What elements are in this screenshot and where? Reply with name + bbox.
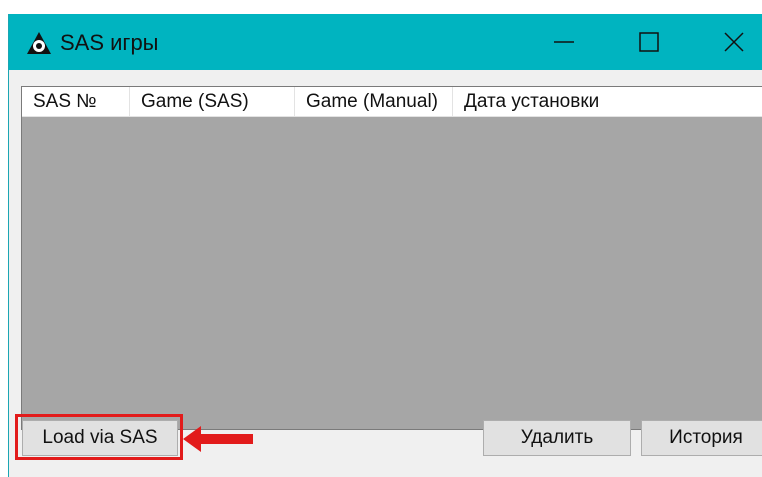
maximize-icon <box>639 32 659 52</box>
close-icon <box>724 32 744 52</box>
delete-button[interactable]: Удалить <box>483 420 631 456</box>
history-button[interactable]: История <box>641 420 762 456</box>
minimize-button[interactable] <box>536 14 592 70</box>
column-header-install-date[interactable]: Дата установки <box>453 87 762 116</box>
title-bar[interactable]: SAS игры <box>9 14 762 70</box>
left-arrow-icon <box>183 426 253 452</box>
close-button[interactable] <box>706 14 762 70</box>
minimize-icon <box>554 41 574 43</box>
maximize-button[interactable] <box>621 14 677 70</box>
window-title: SAS игры <box>60 30 159 55</box>
column-header-game-sas[interactable]: Game (SAS) <box>130 87 295 116</box>
games-list[interactable]: SAS № Game (SAS) Game (Manual) Дата уста… <box>21 86 762 430</box>
column-header-sas-number[interactable]: SAS № <box>22 87 130 116</box>
list-header: SAS № Game (SAS) Game (Manual) Дата уста… <box>22 87 762 117</box>
sas-games-window: SAS игры SAS № Game (SAS) Game (Manual) … <box>8 14 762 477</box>
highlight-box <box>15 414 183 460</box>
sas-app-icon <box>26 31 52 55</box>
column-header-game-manual[interactable]: Game (Manual) <box>295 87 453 116</box>
